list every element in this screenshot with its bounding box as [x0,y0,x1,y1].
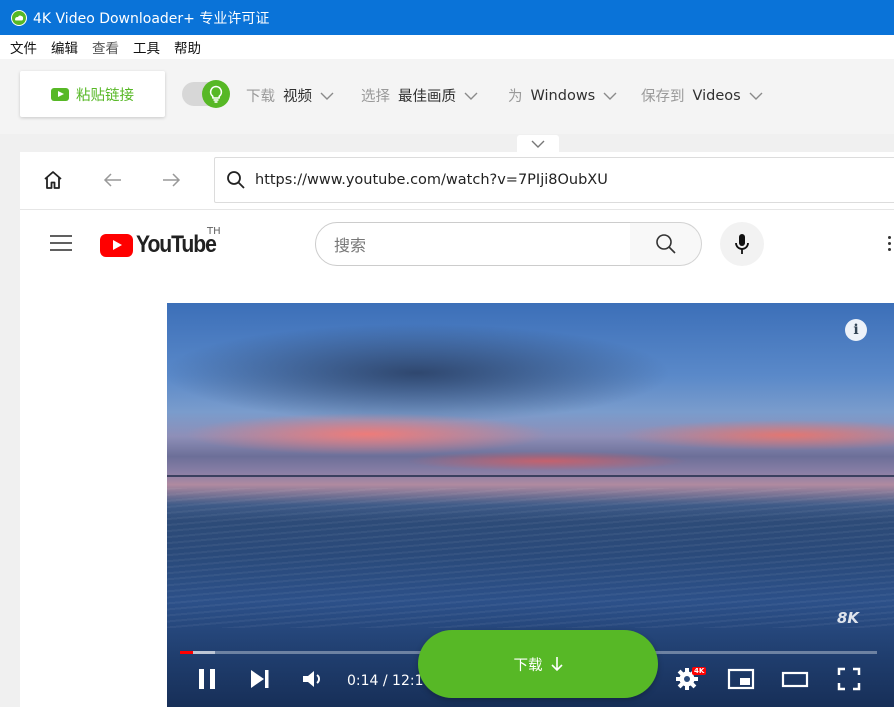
menu-view[interactable]: 查看 [82,37,119,57]
chevron-down-icon [320,92,334,100]
quality-select[interactable]: 选择 最佳画质 [361,85,478,106]
platform-label: 为 [508,89,523,105]
platform-select[interactable]: 为 Windows [508,85,617,106]
fullscreen-icon[interactable] [837,667,861,691]
paste-link-button[interactable]: 粘贴链接 [20,71,165,117]
youtube-header: YouTube TH 搜索 [20,211,894,277]
save-location-value: Videos [692,87,741,104]
theater-mode-icon[interactable] [781,667,809,691]
smart-mode-toggle[interactable] [182,80,230,108]
lightbulb-icon [202,80,230,108]
quality-value: 最佳画质 [398,89,456,105]
youtube-play-icon [100,233,133,257]
video-icon [51,87,69,101]
info-icon[interactable]: i [845,319,867,341]
search-icon [655,234,676,254]
chevron-down-icon [749,92,763,100]
download-type-value: 视频 [283,89,312,105]
forward-arrow-icon[interactable] [160,169,182,191]
menu-file[interactable]: 文件 [0,37,37,57]
chevron-down-icon [531,140,545,148]
download-arrow-icon [550,657,563,672]
collapse-toolbar-button[interactable] [517,135,559,153]
video-sea [167,488,894,628]
youtube-logo[interactable]: YouTube TH [100,226,227,259]
next-icon[interactable] [249,667,271,691]
region-code: TH [207,226,221,237]
microphone-icon [735,234,749,254]
more-options-icon[interactable] [888,236,892,254]
quality-label: 选择 [361,89,390,105]
progress-played [180,651,194,654]
volume-icon[interactable] [301,667,325,691]
url-text: https://www.youtube.com/watch?v=7PIji8Ou… [255,172,608,188]
miniplayer-icon[interactable] [727,667,755,691]
paste-link-label: 粘贴链接 [76,87,134,104]
menu-tools[interactable]: 工具 [123,37,160,57]
pause-icon[interactable] [197,667,217,691]
video-horizon [167,475,894,477]
download-button-label: 下载 [513,657,543,674]
chevron-down-icon [603,92,617,100]
channel-watermark: 8K [837,609,860,627]
hamburger-menu-icon[interactable] [50,235,72,256]
download-type-select[interactable]: 下载 视频 [246,85,334,106]
search-placeholder: 搜索 [334,236,367,255]
save-location-select[interactable]: 保存到 Videos [641,85,763,106]
title-bar: 4K Video Downloader+ 专业许可证 [0,0,894,35]
home-icon[interactable] [42,169,64,191]
menu-edit[interactable]: 编辑 [41,37,78,57]
menu-help[interactable]: 帮助 [164,37,201,57]
app-icon [11,9,27,26]
youtube-search-input[interactable]: 搜索 [315,222,631,266]
browser-nav-bar: https://www.youtube.com/watch?v=7PIji8Ou… [20,152,894,210]
embedded-browser: https://www.youtube.com/watch?v=7PIji8Ou… [20,152,894,707]
window-title: 4K Video Downloader+ 专业许可证 [33,10,270,27]
voice-search-button[interactable] [720,222,764,266]
platform-value: Windows [530,87,596,104]
youtube-search-button[interactable] [630,222,702,266]
menu-bar: 文件 编辑 查看 工具 帮助 [0,35,894,59]
url-bar[interactable]: https://www.youtube.com/watch?v=7PIji8Ou… [214,157,894,203]
download-button[interactable]: 下载 [418,630,658,698]
search-icon [227,171,245,189]
quality-badge: 4K [692,667,707,675]
chevron-down-icon [464,92,478,100]
back-arrow-icon[interactable] [102,169,124,191]
toolbar: 粘贴链接 下载 视频 选择 最佳画质 为 Windows 保存到 Videos [0,59,894,153]
save-location-label: 保存到 [641,89,685,105]
download-type-label: 下载 [246,89,275,105]
youtube-logo-text: YouTube [136,231,217,258]
